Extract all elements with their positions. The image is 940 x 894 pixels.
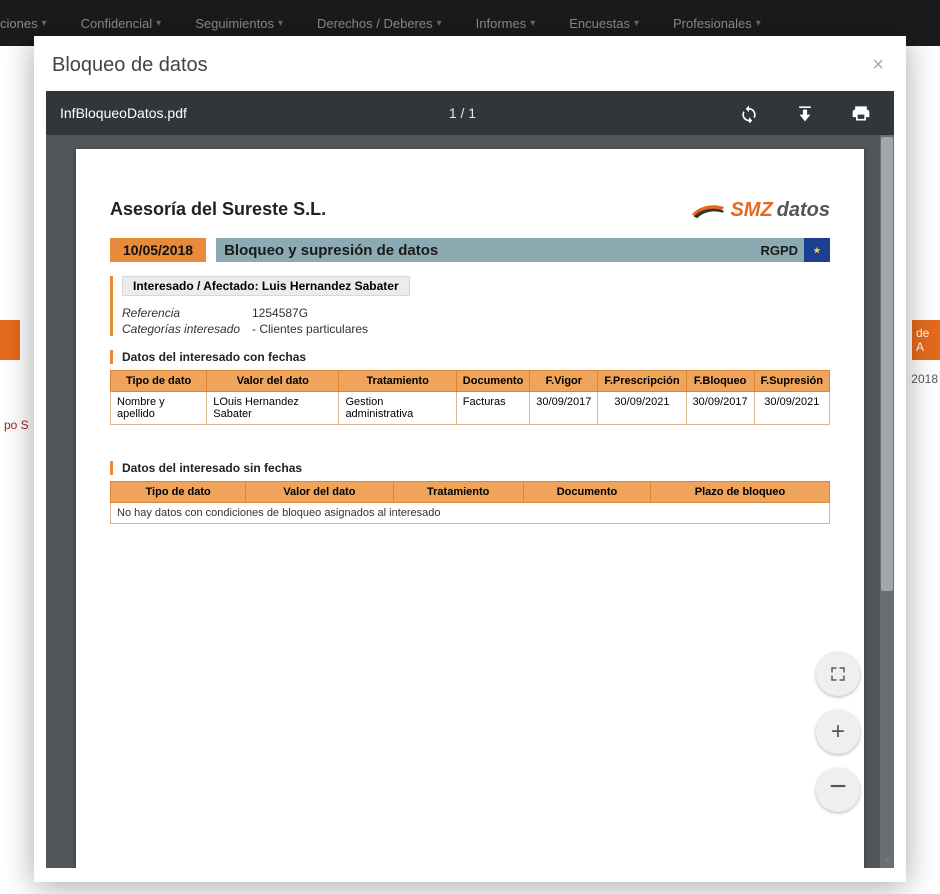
viewer-wrap: InfBloqueoDatos.pdf 1 / 1: [34, 91, 906, 882]
chevron-down-icon: ▾: [437, 18, 442, 29]
logo-text-smz: SMZ: [730, 199, 772, 222]
download-icon[interactable]: [794, 102, 816, 124]
report-title-text: Bloqueo y supresión de datos: [224, 242, 438, 259]
categories-value: - Clientes particulares: [252, 322, 368, 336]
brand-logo: SMZdatos: [690, 199, 830, 222]
chevron-down-icon: ▾: [634, 18, 639, 29]
categories-label: Categorías interesado: [122, 322, 252, 336]
table-row: Nombre y apellido LOuis Hernandez Sabate…: [111, 392, 830, 425]
viewer-body[interactable]: Asesoría del Sureste S.L. SMZdatos 10/05…: [46, 135, 894, 868]
col-documento: Documento: [456, 371, 530, 392]
chevron-down-icon: ▾: [42, 18, 47, 29]
cell-documento: Facturas: [456, 392, 530, 425]
title-band: 10/05/2018 Bloqueo y supresión de datos …: [110, 238, 830, 262]
col2-tratamiento: Tratamiento: [393, 482, 523, 503]
nav-item[interactable]: Confidencial ▾: [81, 16, 162, 31]
table-with-dates: Tipo de dato Valor del dato Tratamiento …: [110, 370, 830, 425]
rotate-icon[interactable]: [738, 102, 760, 124]
col-tipo: Tipo de dato: [111, 371, 207, 392]
cell-fprescripcion: 30/09/2021: [598, 392, 686, 425]
nav-item[interactable]: Derechos / Deberes ▾: [317, 16, 442, 31]
pdf-page: Asesoría del Sureste S.L. SMZdatos 10/05…: [76, 149, 864, 868]
modal-dialog: Bloqueo de datos × InfBloqueoDatos.pdf 1…: [34, 36, 906, 882]
report-date: 10/05/2018: [110, 238, 206, 262]
cell-fsupresion: 30/09/2021: [754, 392, 829, 425]
col-fvigor: F.Vigor: [530, 371, 598, 392]
scrollbar-track[interactable]: [880, 135, 894, 868]
pdf-filename: InfBloqueoDatos.pdf: [60, 105, 187, 121]
nav-item[interactable]: ciones ▾: [0, 16, 47, 31]
background-right-year: 2018: [911, 372, 940, 386]
subject-info: Interesado / Afectado: Luis Hernandez Sa…: [110, 276, 830, 336]
cell-tratamiento: Gestion administrativa: [339, 392, 456, 425]
reference-label: Referencia: [122, 306, 252, 320]
col-fbloqueo: F.Bloqueo: [686, 371, 754, 392]
col-fprescripcion: F.Prescripción: [598, 371, 686, 392]
close-icon[interactable]: ×: [872, 54, 884, 77]
modal-title: Bloqueo de datos: [52, 54, 208, 77]
section2-title: Datos del interesado sin fechas: [110, 461, 830, 475]
cell-tipo: Nombre y apellido: [111, 392, 207, 425]
nav-item[interactable]: Encuestas ▾: [569, 16, 639, 31]
logo-text-datos: datos: [777, 199, 830, 222]
cell-fvigor: 30/09/2017: [530, 392, 598, 425]
section1-title: Datos del interesado con fechas: [110, 350, 830, 364]
cell-valor: LOuis Hernandez Sabater: [207, 392, 339, 425]
nav-item[interactable]: Informes ▾: [476, 16, 536, 31]
chevron-down-icon: ▾: [530, 18, 535, 29]
cell-fbloqueo: 30/09/2017: [686, 392, 754, 425]
col-fsupresion: F.Supresión: [754, 371, 829, 392]
viewer-toolbar: InfBloqueoDatos.pdf 1 / 1: [46, 91, 894, 135]
chevron-down-icon: ▾: [756, 18, 761, 29]
fit-to-width-button[interactable]: [816, 652, 860, 696]
swoosh-icon: [690, 201, 726, 221]
col2-plazo: Plazo de bloqueo: [651, 482, 830, 503]
nav-item[interactable]: Seguimientos ▾: [195, 16, 283, 31]
rgpd-label: RGPD: [760, 243, 798, 258]
eu-flag-icon: ★: [804, 238, 830, 262]
scrollbar-thumb[interactable]: [881, 137, 893, 591]
col-tratamiento: Tratamiento: [339, 371, 456, 392]
col-valor: Valor del dato: [207, 371, 339, 392]
empty-message: No hay datos con condiciones de bloqueo …: [111, 503, 830, 524]
nav-item[interactable]: Profesionales ▾: [673, 16, 761, 31]
background-left-text: po S: [4, 418, 29, 432]
pdf-viewer: InfBloqueoDatos.pdf 1 / 1: [46, 91, 894, 868]
page-indicator: 1 / 1: [449, 105, 476, 121]
report-title: Bloqueo y supresión de datos RGPD ★: [216, 238, 830, 262]
chevron-down-icon[interactable]: ▾: [882, 856, 892, 866]
subject-chip: Interesado / Afectado: Luis Hernandez Sa…: [122, 276, 410, 296]
modal-header: Bloqueo de datos ×: [34, 36, 906, 91]
print-icon[interactable]: [850, 102, 872, 124]
background-right-orange: de A: [912, 320, 940, 360]
col2-valor: Valor del dato: [246, 482, 393, 503]
zoom-out-button[interactable]: −: [816, 768, 860, 812]
reference-value: 1254587G: [252, 306, 308, 320]
table-without-dates: Tipo de dato Valor del dato Tratamiento …: [110, 481, 830, 524]
zoom-in-button[interactable]: +: [816, 710, 860, 754]
table-empty-row: No hay datos con condiciones de bloqueo …: [111, 503, 830, 524]
chevron-down-icon: ▾: [156, 18, 161, 29]
background-stripe: [0, 320, 20, 360]
col2-tipo: Tipo de dato: [111, 482, 246, 503]
chevron-down-icon: ▾: [278, 18, 283, 29]
col2-documento: Documento: [523, 482, 650, 503]
